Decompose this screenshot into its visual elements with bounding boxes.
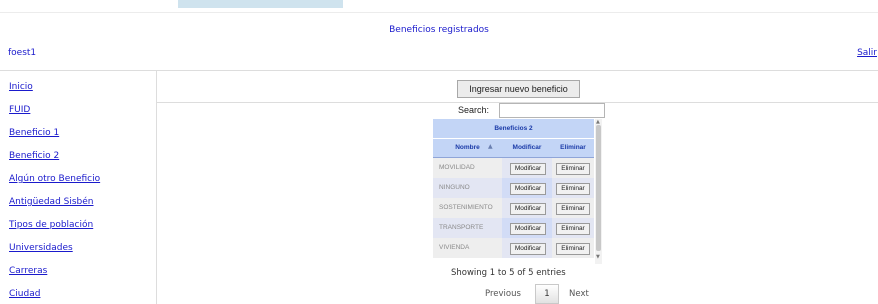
modify-button[interactable]: Modificar: [510, 223, 546, 235]
sidebar-item-antiguedad-sisben[interactable]: Antigüedad Sisbén: [9, 197, 94, 207]
search-input[interactable]: [499, 103, 605, 118]
column-header-nombre-label: Nombre: [455, 144, 480, 151]
benefit-name: SOSTENIMIENTO: [439, 204, 493, 211]
table-row: SOSTENIMIENTO Modificar Eliminar: [433, 198, 594, 218]
delete-button[interactable]: Eliminar: [556, 183, 590, 195]
modify-button[interactable]: Modificar: [510, 243, 546, 255]
table-header-row: Nombre ▲ Modificar Eliminar: [433, 139, 594, 158]
modify-button[interactable]: Modificar: [510, 163, 546, 175]
header: Beneficios registrados foest1 Salir: [0, 12, 878, 68]
sidebar-item-fuid[interactable]: FUID: [9, 105, 30, 115]
benefits-table: Beneficios 2 Nombre ▲ Modificar Eliminar…: [433, 119, 602, 264]
sidebar-item-beneficio-1[interactable]: Beneficio 1: [9, 128, 59, 138]
column-header-modificar[interactable]: Modificar: [502, 139, 552, 157]
scroll-down-icon[interactable]: ▼: [596, 254, 600, 260]
sidebar: Inicio FUID Beneficio 1 Beneficio 2 Algú…: [0, 70, 157, 304]
new-benefit-button[interactable]: Ingresar nuevo beneficio: [457, 80, 580, 98]
next-page-button[interactable]: Next: [569, 289, 589, 299]
column-header-eliminar[interactable]: Eliminar: [552, 139, 594, 157]
delete-button[interactable]: Eliminar: [556, 203, 590, 215]
table-row: VIVIENDA Modificar Eliminar: [433, 238, 594, 258]
sidebar-item-beneficio-2[interactable]: Beneficio 2: [9, 151, 59, 161]
page-title: Beneficios registrados: [389, 25, 489, 35]
table-scrollbar[interactable]: ▲ ▼: [595, 119, 602, 264]
table-row: MOVILIDAD Modificar Eliminar: [433, 158, 594, 178]
top-bar: [0, 0, 878, 8]
benefit-name: MOVILIDAD: [439, 164, 475, 171]
benefit-name: NINGUNO: [439, 184, 470, 191]
sidebar-item-universidades[interactable]: Universidades: [9, 243, 73, 253]
table-row: TRANSPORTE Modificar Eliminar: [433, 218, 594, 238]
table-info: Showing 1 to 5 of 5 entries: [451, 268, 566, 278]
sidebar-item-carreras[interactable]: Carreras: [9, 266, 47, 276]
modify-button[interactable]: Modificar: [510, 203, 546, 215]
previous-page-button[interactable]: Previous: [485, 289, 521, 299]
benefit-name: VIVIENDA: [439, 244, 470, 251]
delete-button[interactable]: Eliminar: [556, 163, 590, 175]
table-caption: Beneficios 2: [433, 119, 594, 138]
sidebar-item-inicio[interactable]: Inicio: [9, 82, 33, 92]
search-label: Search:: [458, 105, 490, 115]
username: foest1: [8, 48, 37, 58]
scrollbar-thumb[interactable]: [596, 125, 601, 251]
page-1-button[interactable]: 1: [535, 284, 559, 304]
top-tab-active[interactable]: [178, 0, 343, 8]
sidebar-item-ciudad[interactable]: Ciudad: [9, 289, 40, 299]
logout-link[interactable]: Salir: [857, 48, 877, 58]
table-row: NINGUNO Modificar Eliminar: [433, 178, 594, 198]
benefit-name: TRANSPORTE: [439, 224, 484, 231]
sort-asc-icon: ▲: [488, 143, 493, 150]
sidebar-item-otro-beneficio[interactable]: Algún otro Beneficio: [9, 174, 100, 184]
delete-button[interactable]: Eliminar: [556, 223, 590, 235]
modify-button[interactable]: Modificar: [510, 183, 546, 195]
sidebar-item-tipos-poblacion[interactable]: Tipos de población: [9, 220, 93, 230]
delete-button[interactable]: Eliminar: [556, 243, 590, 255]
